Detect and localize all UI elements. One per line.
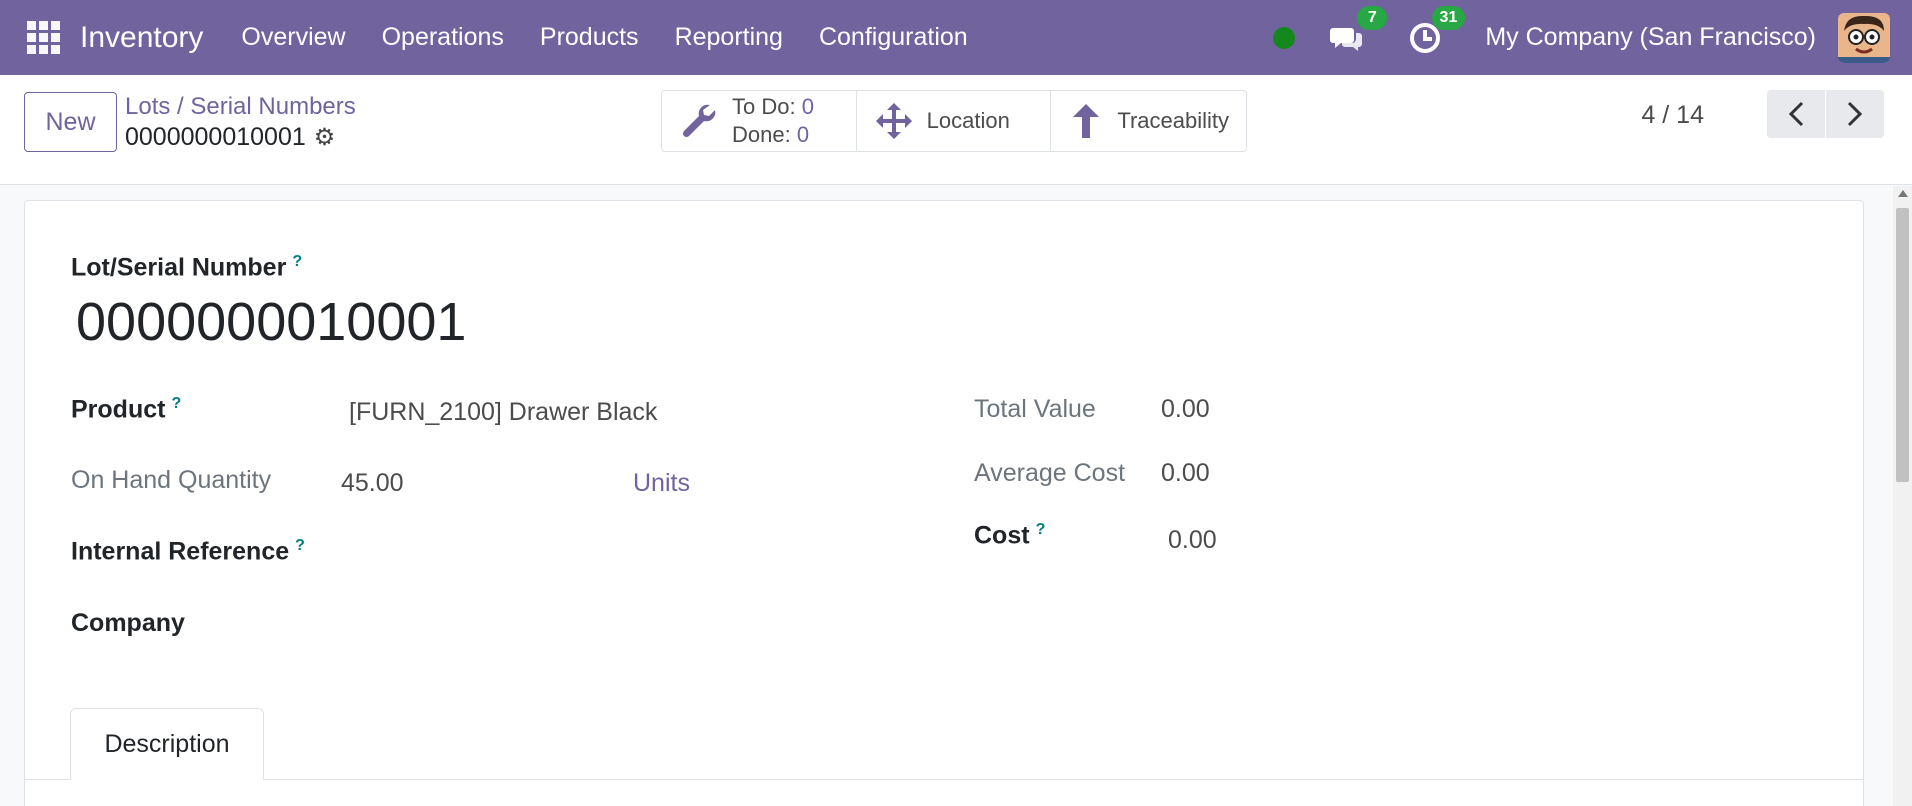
menu-operations[interactable]: Operations: [364, 0, 522, 75]
control-panel: New Lots / Serial Numbers 0000000010001 …: [0, 75, 1912, 185]
new-button[interactable]: New: [24, 92, 117, 152]
total-value: 0.00: [1161, 395, 1210, 423]
avg-cost-value: 0.00: [1161, 459, 1210, 487]
todo-value: 0: [801, 94, 814, 119]
company-label: Company: [71, 609, 185, 637]
breadcrumb-lots[interactable]: Lots / Serial Numbers: [125, 93, 356, 121]
todo-done-button[interactable]: To Do: 0 Done: 0: [662, 91, 857, 151]
menu-reporting[interactable]: Reporting: [657, 0, 801, 75]
done-value: 0: [796, 122, 810, 147]
record-name: 0000000010001: [125, 123, 306, 151]
messages-badge: 7: [1357, 5, 1388, 30]
arrow-up-icon: [1073, 104, 1100, 138]
cost-field[interactable]: 0.00: [1168, 526, 1217, 555]
app-brand[interactable]: Inventory: [80, 21, 203, 55]
cost-label: Cost?: [974, 521, 1046, 550]
traceability-label: Traceability: [1117, 108, 1230, 133]
chevron-right-icon: [1847, 101, 1863, 127]
menu-products[interactable]: Products: [522, 0, 657, 75]
product-field[interactable]: [FURN_2100] Drawer Black: [349, 398, 657, 427]
avg-cost-label: Average Cost: [974, 459, 1126, 487]
company-switcher[interactable]: My Company (San Francisco): [1485, 23, 1816, 52]
top-navbar: Inventory Overview Operations Products R…: [0, 0, 1912, 75]
tab-description[interactable]: Description: [70, 708, 264, 780]
user-avatar[interactable]: [1838, 12, 1890, 63]
form-sheet: Lot/Serial Number? 0000000010001 Product…: [24, 200, 1864, 806]
pager-previous-button[interactable]: [1767, 90, 1825, 138]
menu-overview[interactable]: Overview: [223, 0, 363, 75]
total-value-label: Total Value: [974, 395, 1096, 423]
pager-next-button[interactable]: [1826, 90, 1884, 138]
apps-menu-icon[interactable]: [22, 17, 64, 59]
internal-ref-label: Internal Reference?: [71, 537, 305, 566]
tab-divider: [25, 779, 1863, 780]
online-status-icon: [1273, 26, 1296, 49]
messages-button[interactable]: 7: [1329, 5, 1388, 56]
lot-number-field[interactable]: 0000000010001: [76, 291, 466, 353]
scroll-thumb[interactable]: [1896, 208, 1909, 482]
wrench-icon: [682, 104, 716, 138]
activities-button[interactable]: 31: [1407, 5, 1466, 56]
scroll-up-icon[interactable]: [1898, 190, 1908, 197]
done-label: Done:: [732, 122, 791, 147]
product-label: Product?: [71, 395, 182, 424]
location-button[interactable]: Location: [857, 91, 1052, 151]
onhand-label: On Hand Quantity: [71, 466, 272, 494]
chevron-left-icon: [1788, 101, 1804, 127]
lot-label: Lot/Serial Number?: [71, 253, 303, 282]
record-title: 0000000010001 ⚙: [125, 123, 335, 152]
onhand-value: 45.00: [341, 469, 404, 497]
pager-value: 4 / 14: [1641, 101, 1704, 129]
smart-buttons: To Do: 0 Done: 0 Location Traceability: [661, 90, 1247, 152]
onhand-uom-link[interactable]: Units: [633, 469, 690, 498]
todo-label: To Do:: [732, 94, 796, 119]
activities-badge: 31: [1431, 5, 1466, 30]
location-label: Location: [926, 108, 1010, 133]
menu-configuration[interactable]: Configuration: [801, 0, 986, 75]
gear-icon[interactable]: ⚙: [314, 123, 336, 152]
scrollbar[interactable]: [1893, 186, 1912, 806]
arrows-move-icon: [875, 103, 912, 139]
traceability-button[interactable]: Traceability: [1051, 91, 1246, 151]
